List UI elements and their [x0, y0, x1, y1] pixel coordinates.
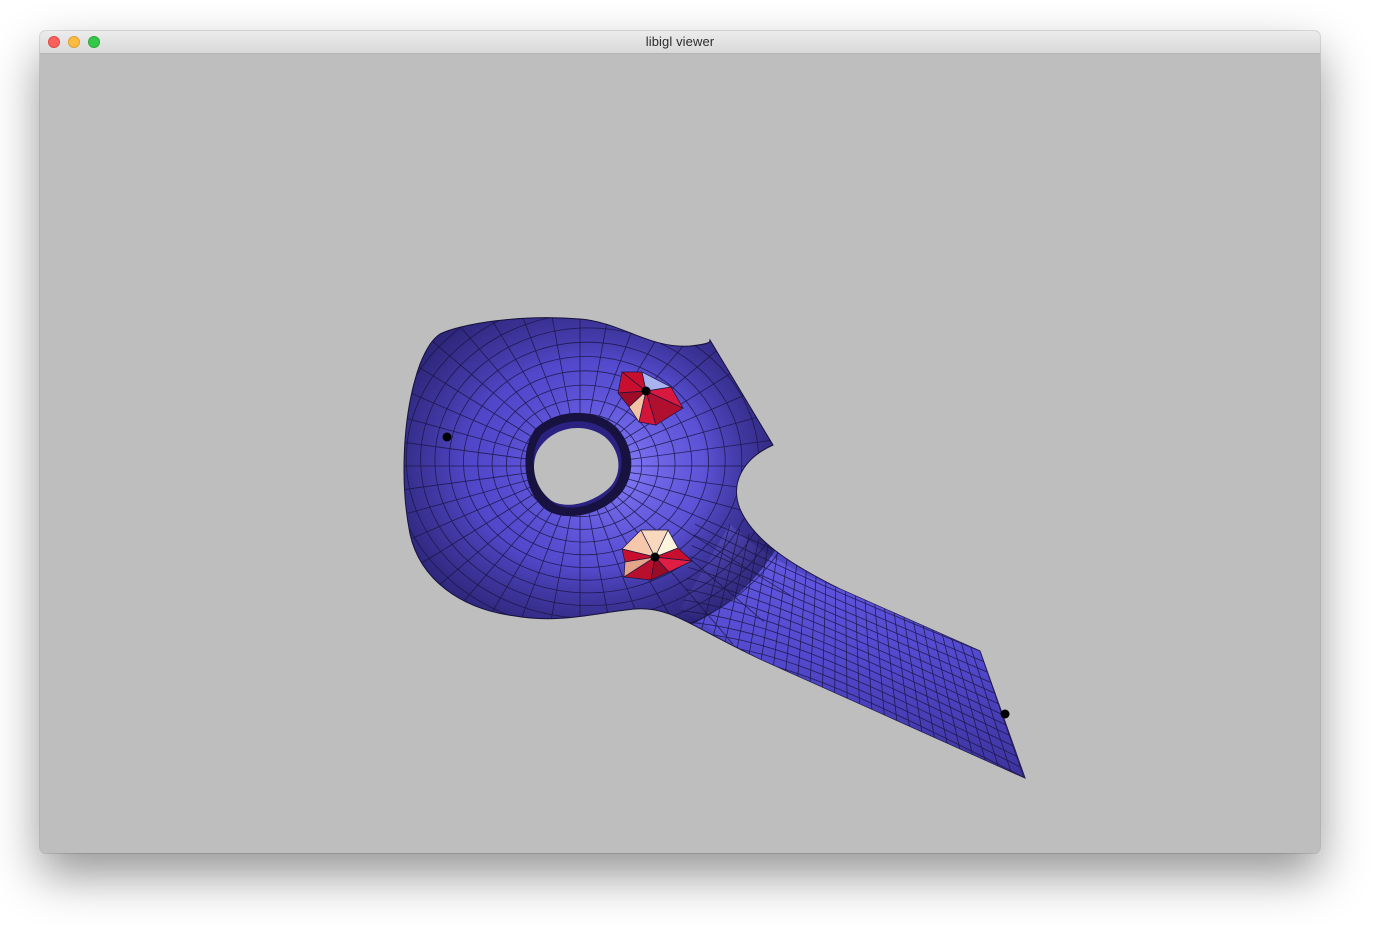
- constraint-point: [1000, 709, 1010, 719]
- mesh-canvas[interactable]: [40, 54, 1320, 853]
- viewer-window: libigl viewer: [40, 31, 1320, 853]
- mesh-surface[interactable]: [320, 246, 1026, 781]
- window-title: libigl viewer: [645, 34, 715, 49]
- constraint-point: [442, 432, 452, 442]
- constraint-point: [641, 386, 651, 396]
- 3d-viewport[interactable]: [40, 54, 1320, 853]
- constraint-point: [650, 552, 660, 562]
- title-bar[interactable]: libigl viewer: [40, 31, 1320, 54]
